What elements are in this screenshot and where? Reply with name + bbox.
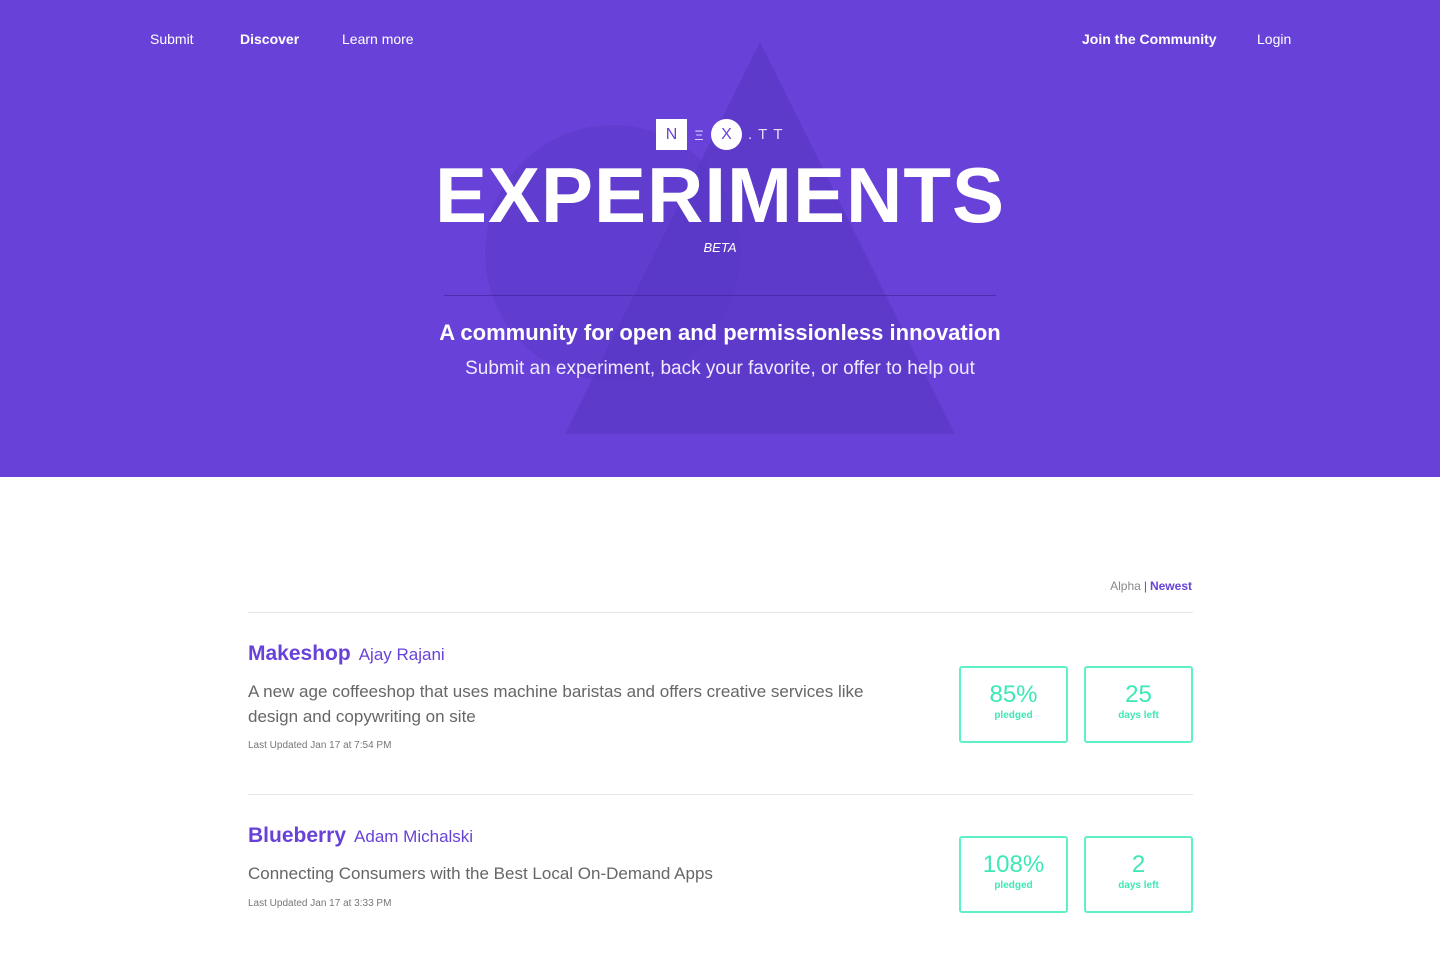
experiment-card: Blueberry Adam Michalski Connecting Consu…: [248, 794, 1193, 976]
experiment-header: Blueberry Adam Michalski: [248, 823, 473, 850]
sort-alpha-option[interactable]: Alpha: [1110, 579, 1141, 593]
sort-separator: |: [1143, 579, 1147, 593]
logo-n-block: N: [656, 119, 687, 150]
experiment-card: Makeshop Ajay Rajani A new age coffeeshop…: [248, 612, 1193, 794]
days-left-label: days left: [1118, 710, 1159, 721]
sort-newest-option[interactable]: Newest: [1150, 579, 1192, 593]
page-title: EXPERIMENTS: [434, 151, 1006, 239]
days-left-count: 2: [1131, 851, 1146, 878]
nextt-logo: N Ξ X .TT: [656, 119, 789, 150]
days-left-label: days left: [1118, 880, 1159, 891]
experiment-author-link[interactable]: Ajay Rajani: [359, 645, 445, 664]
days-left-count: 25: [1125, 681, 1152, 708]
nav-learn-more-link[interactable]: Learn more: [342, 30, 414, 48]
experiment-header: Makeshop Ajay Rajani: [248, 641, 445, 668]
pledged-label: pledged: [994, 880, 1033, 891]
hero-divider: [444, 295, 996, 296]
experiment-author-link[interactable]: Adam Michalski: [354, 827, 473, 846]
pledged-label: pledged: [994, 710, 1033, 721]
top-navigation: Submit Discover Learn more Join the Comm…: [0, 0, 1440, 78]
logo-x-circle: X: [711, 119, 742, 150]
experiment-description: A new age coffeeshop that uses machine b…: [248, 682, 864, 726]
nav-discover-link[interactable]: Discover: [240, 30, 299, 48]
nav-join-community-link[interactable]: Join the Community: [1082, 30, 1217, 48]
nav-login-link[interactable]: Login: [1257, 30, 1291, 48]
experiment-name-link[interactable]: Makeshop: [248, 642, 351, 665]
logo-e-glyph: Ξ: [694, 126, 704, 143]
pledged-stat-box: 85% pledged: [959, 666, 1068, 743]
experiment-name-link[interactable]: Blueberry: [248, 824, 346, 847]
experiment-last-updated: Last Updated Jan 17 at 7:54 PM: [248, 740, 392, 751]
nav-submit-link[interactable]: Submit: [150, 30, 194, 48]
experiment-last-updated: Last Updated Jan 17 at 3:33 PM: [248, 898, 392, 909]
hero-headline: A community for open and permissionless …: [439, 320, 1001, 345]
pledged-percent: 85%: [989, 681, 1038, 708]
hero-subline: Submit an experiment, back your favorite…: [465, 358, 975, 379]
days-left-stat-box: 25 days left: [1084, 666, 1193, 743]
experiment-description: Connecting Consumers with the Best Local…: [248, 864, 713, 883]
pledged-stat-box: 108% pledged: [959, 836, 1068, 913]
hero-banner: Submit Discover Learn more Join the Comm…: [0, 0, 1440, 477]
pledged-percent: 108%: [982, 851, 1045, 878]
sort-controls: Alpha | Newest: [1110, 578, 1192, 594]
days-left-stat-box: 2 days left: [1084, 836, 1193, 913]
experiment-list: Makeshop Ajay Rajani A new age coffeeshop…: [248, 612, 1193, 976]
logo-tail: .TT: [748, 126, 789, 143]
beta-badge: BETA: [703, 240, 737, 255]
